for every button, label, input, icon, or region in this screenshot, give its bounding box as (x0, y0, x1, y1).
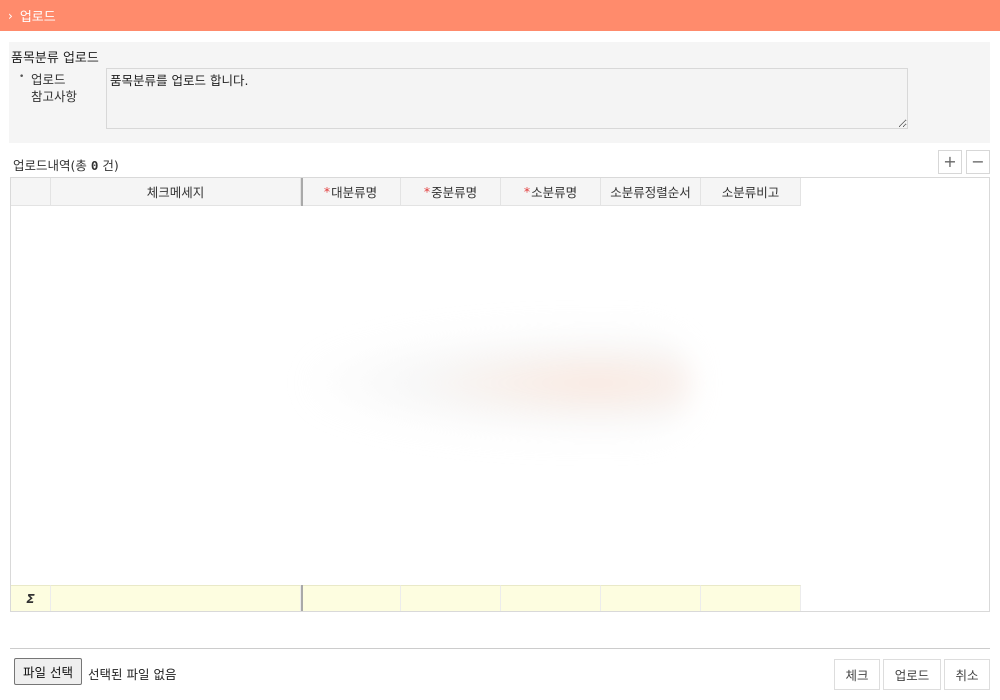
window-title: 업로드 (19, 10, 56, 25)
file-select-button[interactable]: 파일 선택 (14, 658, 82, 685)
grid-header-label: 체크메세지 (146, 185, 205, 200)
upload-button[interactable]: 업로드 (883, 659, 941, 690)
grid-header-cell[interactable]: * 중분류명 (401, 178, 501, 206)
grid-header-cell[interactable]: * 소분류명 (501, 178, 601, 206)
plus-icon: + (943, 152, 957, 171)
grid-footer-cell (51, 585, 301, 611)
grid-header-cell[interactable]: * 대분류명 (301, 178, 401, 206)
window-title-bar: › 업로드 (0, 0, 1000, 31)
grid-footer-cell (601, 585, 701, 611)
footer-divider (10, 648, 990, 649)
minus-icon: − (971, 152, 985, 171)
notice-label: 업로드 참고사항 (31, 71, 77, 105)
cancel-button[interactable]: 취소 (944, 659, 990, 690)
add-row-button[interactable]: + (938, 150, 962, 174)
upload-notice-panel: 품목분류 업로드 • 업로드 참고사항 품목분류를 업로드 합니다. (9, 42, 990, 143)
grid-header-label: 소분류명 (531, 185, 578, 200)
notice-label-line2: 참고사항 (31, 89, 78, 104)
frozen-column-separator (301, 178, 303, 206)
upload-grid[interactable]: Σ 체크메세지 * 대분류명 * 중분류명 * 소분류명 소분류정렬순서 소분류비고 (10, 177, 990, 612)
grid-header-label: 소분류정렬순서 (610, 185, 691, 200)
grid-footer-cell (501, 585, 601, 611)
grid-header-cell[interactable]: 소분류정렬순서 (601, 178, 701, 206)
grid-header-cell[interactable]: 체크메세지 (51, 178, 301, 206)
empty-grid-placeholder (311, 328, 691, 438)
check-button[interactable]: 체크 (834, 659, 880, 690)
frozen-column-separator-footer (301, 585, 303, 611)
grid-footer-cell (701, 585, 801, 611)
sum-icon: Σ (26, 591, 35, 606)
chevron-right-icon: › (8, 8, 13, 23)
required-mark: * (323, 184, 331, 199)
remove-row-button[interactable]: − (966, 150, 990, 174)
grid-footer-cell (401, 585, 501, 611)
grid-header-rownum[interactable] (11, 178, 51, 206)
upload-history-title: 업로드내역(총 0 건) (13, 155, 119, 174)
history-prefix: 업로드내역(총 (13, 158, 91, 173)
file-status: 선택된 파일 없음 (88, 667, 177, 682)
required-mark: * (423, 184, 431, 199)
grid-header-label: 대분류명 (331, 185, 378, 200)
grid-footer-cell (301, 585, 401, 611)
grid-footer-sum-cell: Σ (11, 585, 51, 611)
grid-header-label: 소분류비고 (721, 185, 780, 200)
notice-label-line1: 업로드 (31, 72, 66, 87)
notice-heading: 품목분류 업로드 (11, 51, 99, 66)
notice-textarea[interactable]: 품목분류를 업로드 합니다. (106, 68, 908, 129)
grid-header-label: 중분류명 (431, 185, 478, 200)
grid-header-cell[interactable]: 소분류비고 (701, 178, 801, 206)
history-suffix: 건) (98, 158, 119, 173)
required-mark: * (523, 184, 531, 199)
bullet-icon: • (19, 72, 25, 82)
